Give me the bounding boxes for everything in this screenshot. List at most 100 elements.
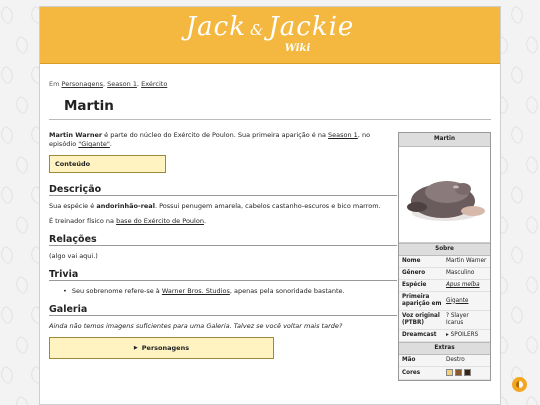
heading-relacoes: Relações [49,235,397,246]
leaf-pattern-icon [12,395,32,405]
leaf-pattern-icon [507,125,527,145]
infobox-row-cores: Cores [399,367,490,380]
logo-subtitle: Wiki [284,43,311,54]
title-divider [49,119,491,120]
section-descricao: Descrição Sua espécie é andorinhão-real.… [49,185,397,226]
color-swatch [446,369,453,376]
row-value: Destro [446,357,465,363]
infobox-row-dreamcast[interactable]: Dreamcast ▸ SPOILERS [399,330,490,342]
section-galeria: Galeria Ainda não temos imagens suficien… [49,305,397,359]
row-label: Mão [402,357,416,363]
descricao-p2: É treinador físico na base do Exército d… [49,217,397,226]
leaf-pattern-icon [0,125,17,145]
leaf-pattern-icon [12,335,32,355]
leaf-pattern-icon [0,185,17,205]
character-image[interactable] [399,147,490,243]
infobox: Martin Sobre Nome Martin Warner Gênero Mas… [398,132,491,381]
text: . [203,217,207,225]
breadcrumb-link-exercito[interactable]: Exército [141,80,167,88]
breadcrumb-link-personagens[interactable]: Personagens [62,80,103,88]
infobox-row-aparicao: Primeira aparição em Gigante [399,292,490,311]
infobox-row-genero: Gênero Masculino [399,268,490,280]
infobox-title: Martin [399,133,490,147]
collapsible-label: Personagens [141,343,190,352]
leaf-pattern-icon [522,155,540,175]
leaf-pattern-icon [522,275,540,295]
leaf-pattern-icon [12,215,32,235]
base-link[interactable]: base do Exército de Poulon [116,217,204,225]
leaf-pattern-icon [12,275,32,295]
text: . Possui penugem amarela, cabelos castan… [154,202,381,210]
species-link[interactable]: Apus melba [446,282,480,288]
infobox-row-voz: Voz original (PTBR) ? Slayer Icarus [399,311,490,330]
intro-text: é parte do núcleo do Exército de Poulon.… [102,131,329,139]
row-label: Gênero [402,270,426,276]
row-label: Voz original (PTBR) [402,313,440,326]
leaf-pattern-icon [522,335,540,355]
text: Sua espécie é [49,202,97,210]
logo-second: Jackie [268,12,355,42]
row-label: Primeira aparição em [402,294,442,307]
infobox-row-mao: Mão Destro [399,355,490,367]
row-label: Nome [402,258,421,264]
personagens-collapsible[interactable]: ▶ Personagens [49,337,274,359]
theme-toggle-button[interactable] [512,377,527,392]
row-label: Dreamcast [402,332,437,338]
infobox-extras-heading: Extras [399,342,490,355]
breadcrumb-sep: , [136,80,140,88]
row-value: Martin Warner [446,258,487,264]
infobox-row-nome: Nome Martin Warner [399,256,490,268]
color-swatch [455,369,462,376]
color-swatches [446,369,487,377]
breadcrumb: Em Personagens, Season 1, Exército [49,80,167,88]
warner-link[interactable]: Warner Bros. Studios [162,287,230,295]
triangle-right-icon: ▶ [133,344,138,351]
leaf-pattern-icon [522,35,540,55]
intro-paragraph: Martin Warner é parte do núcleo do Exérc… [49,131,397,149]
text: Seu sobrenome refere-se à [71,287,162,295]
leaf-pattern-icon [0,305,17,325]
intro-episode-link[interactable]: "Gigante" [78,140,110,148]
heading-trivia: Trivia [49,270,397,281]
leaf-pattern-icon [522,215,540,235]
row-value: ? Slayer Icarus [446,313,469,326]
intro-season-link[interactable]: Season 1 [328,131,358,139]
breadcrumb-link-season[interactable]: Season 1 [107,80,137,88]
relacoes-text: (algo vai aqui.) [49,252,98,260]
leaf-pattern-icon [507,185,527,205]
descricao-p1: Sua espécie é andorinhão-real. Possui pe… [49,202,397,211]
text: É treinador físico na [49,217,117,225]
heading-descricao: Descrição [49,185,397,196]
heading-galeria: Galeria [49,305,397,316]
infobox-rows: Nome Martin Warner Gênero Masculino Espéci… [399,256,490,342]
site-logo[interactable]: Jack & Jackie [40,12,500,42]
logo-amp: & [249,21,265,39]
article-content: Martin Warner é parte do núcleo do Exérc… [49,131,397,368]
episode-link[interactable]: Gigante [446,298,468,304]
site-header: Jack & Jackie Wiki [40,7,500,64]
intro-text: . [109,140,112,148]
trivia-list: Seu sobrenome refere-se à Warner Bros. S… [49,287,397,296]
character-figure [407,181,485,221]
row-label: Espécie [402,282,427,288]
infobox-sobre-heading: Sobre [399,243,490,256]
leaf-pattern-icon [12,95,32,115]
breadcrumb-prefix: Em [49,80,60,88]
row-label: Cores [402,369,421,376]
leaf-pattern-icon [0,365,17,385]
leaf-pattern-icon [507,65,527,85]
section-relacoes: Relações (algo vai aqui.) [49,235,397,261]
leaf-pattern-icon [12,155,32,175]
text: , apenas pela sonoridade bastante. [229,287,345,295]
intro-name: Martin Warner [49,131,103,139]
leaf-pattern-icon [507,305,527,325]
leaf-pattern-icon [12,35,32,55]
leaf-pattern-icon [522,395,540,405]
species-bold: andorinhão-real [96,202,155,210]
leaf-pattern-icon [0,65,17,85]
breadcrumb-sep: , [103,80,106,88]
logo-main: Jack [185,12,246,42]
section-trivia: Trivia Seu sobrenome refere-se à Warner … [49,270,397,296]
table-of-contents-toggle[interactable]: Conteúdo [49,155,166,173]
spoilers-toggle[interactable]: ▸ SPOILERS [446,332,487,339]
